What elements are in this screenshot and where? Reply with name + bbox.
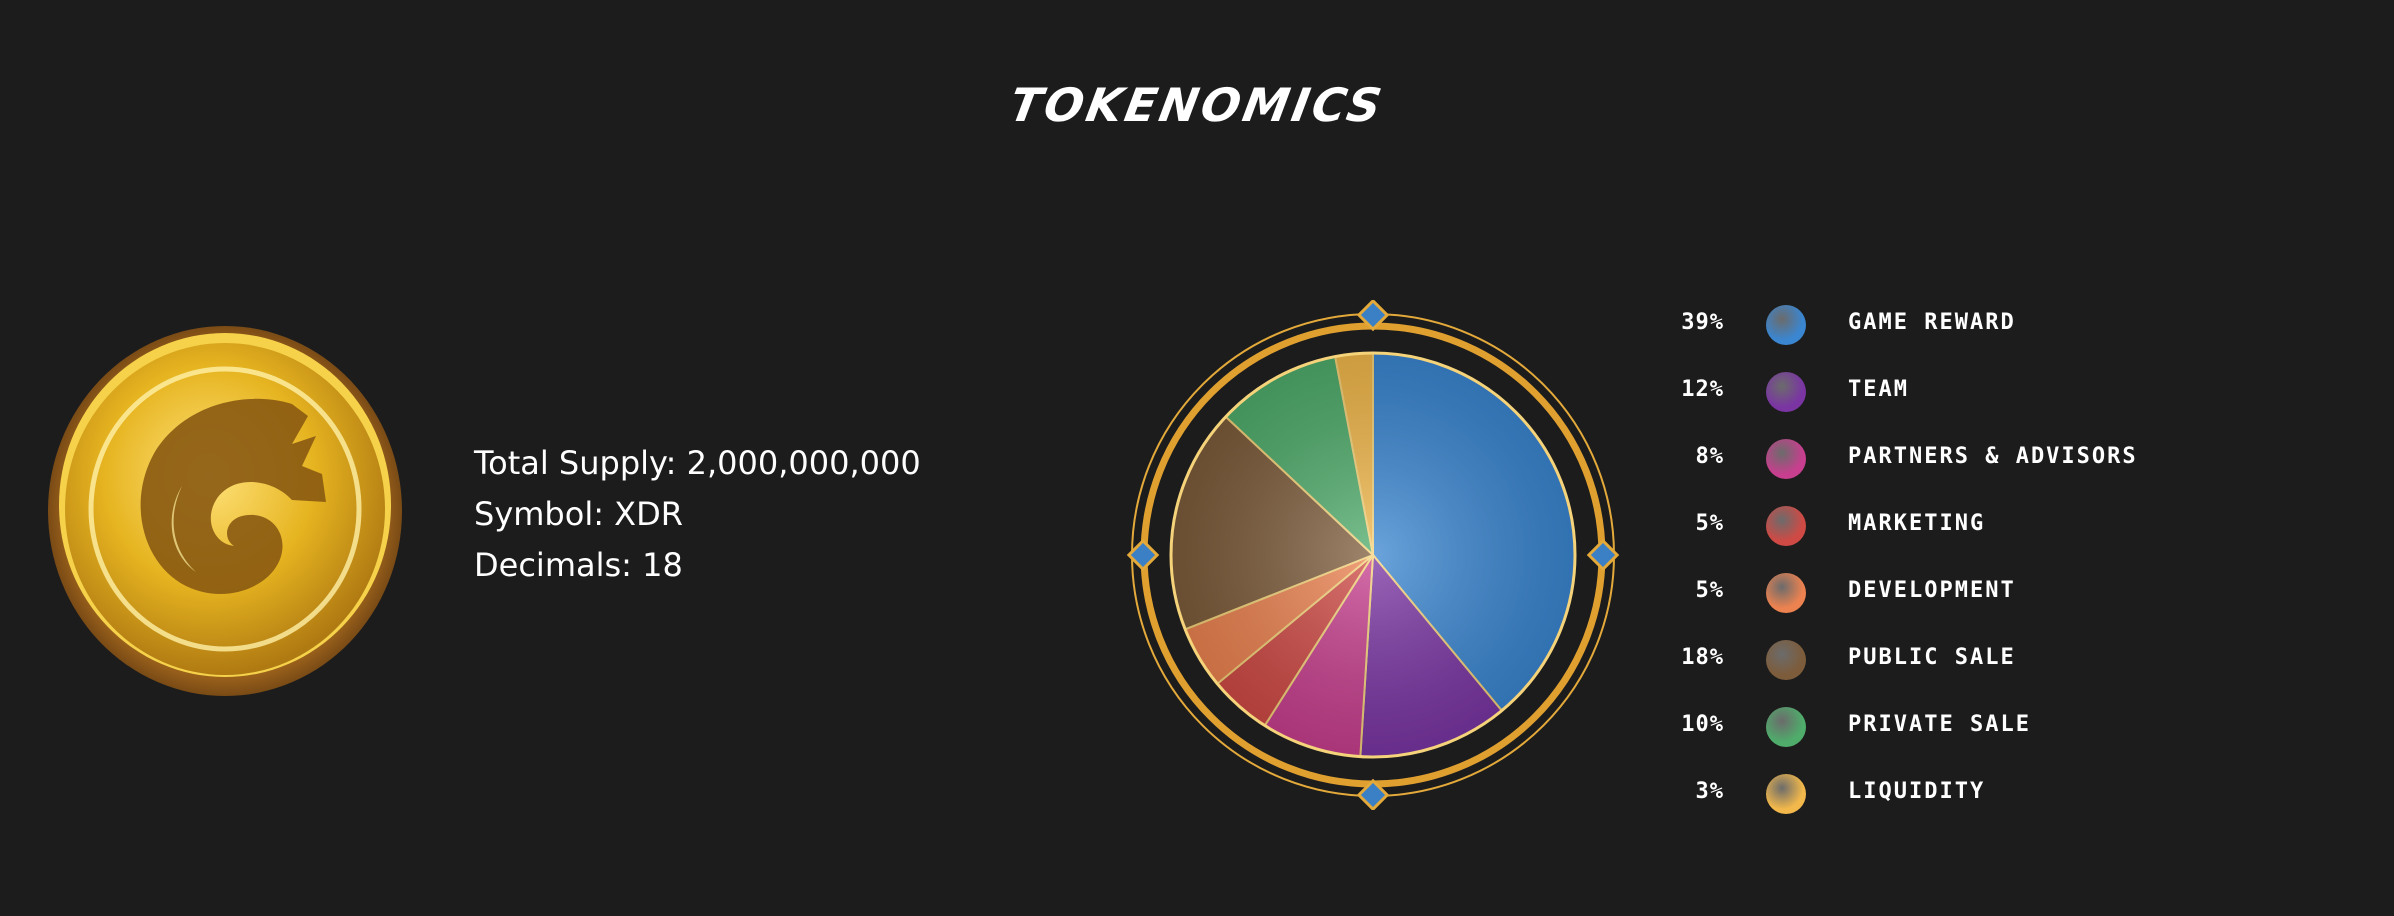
legend-label: MARKETING (1848, 511, 1986, 536)
legend-label: PRIVATE SALE (1848, 712, 2031, 737)
legend-label: DEVELOPMENT (1848, 578, 2016, 603)
legend-swatch (1766, 305, 1806, 345)
legend-percent: 8% (1695, 444, 1724, 469)
legend-item: 18% PUBLIC SALE (1640, 635, 2340, 685)
legend-item: 3% LIQUIDITY (1640, 769, 2340, 819)
decimals-text: Decimals: 18 (474, 546, 683, 584)
legend-label: TEAM (1848, 377, 1909, 402)
legend-swatch (1766, 573, 1806, 613)
legend-label: LIQUIDITY (1848, 779, 1986, 804)
legend-percent: 10% (1681, 712, 1724, 737)
legend-swatch (1766, 506, 1806, 546)
legend-swatch (1766, 774, 1806, 814)
legend-percent: 39% (1681, 310, 1724, 335)
legend-item: 8% PARTNERS & ADVISORS (1640, 434, 2340, 484)
legend-percent: 5% (1695, 511, 1724, 536)
legend-percent: 12% (1681, 377, 1724, 402)
legend-swatch (1766, 439, 1806, 479)
legend-percent: 3% (1695, 779, 1724, 804)
legend-item: 39% GAME REWARD (1640, 300, 2340, 350)
coin-logo-icon (48, 326, 402, 696)
symbol-text: Symbol: XDR (474, 495, 683, 533)
legend-label: GAME REWARD (1848, 310, 2016, 335)
token-info: Total Supply: 2,000,000,000 Symbol: XDR … (474, 438, 921, 591)
page-title: TOKENOMICS (1005, 78, 1389, 132)
legend-swatch (1766, 640, 1806, 680)
legend-item: 12% TEAM (1640, 367, 2340, 417)
total-supply-text: Total Supply: 2,000,000,000 (474, 444, 921, 482)
legend-percent: 5% (1695, 578, 1724, 603)
legend-swatch (1766, 372, 1806, 412)
legend-swatch (1766, 707, 1806, 747)
legend-item: 5% MARKETING (1640, 501, 2340, 551)
legend-item: 10% PRIVATE SALE (1640, 702, 2340, 752)
pie-chart (1126, 300, 1620, 810)
legend-label: PARTNERS & ADVISORS (1848, 444, 2138, 469)
legend-percent: 18% (1681, 645, 1724, 670)
legend-label: PUBLIC SALE (1848, 645, 2016, 670)
legend-item: 5% DEVELOPMENT (1640, 568, 2340, 618)
